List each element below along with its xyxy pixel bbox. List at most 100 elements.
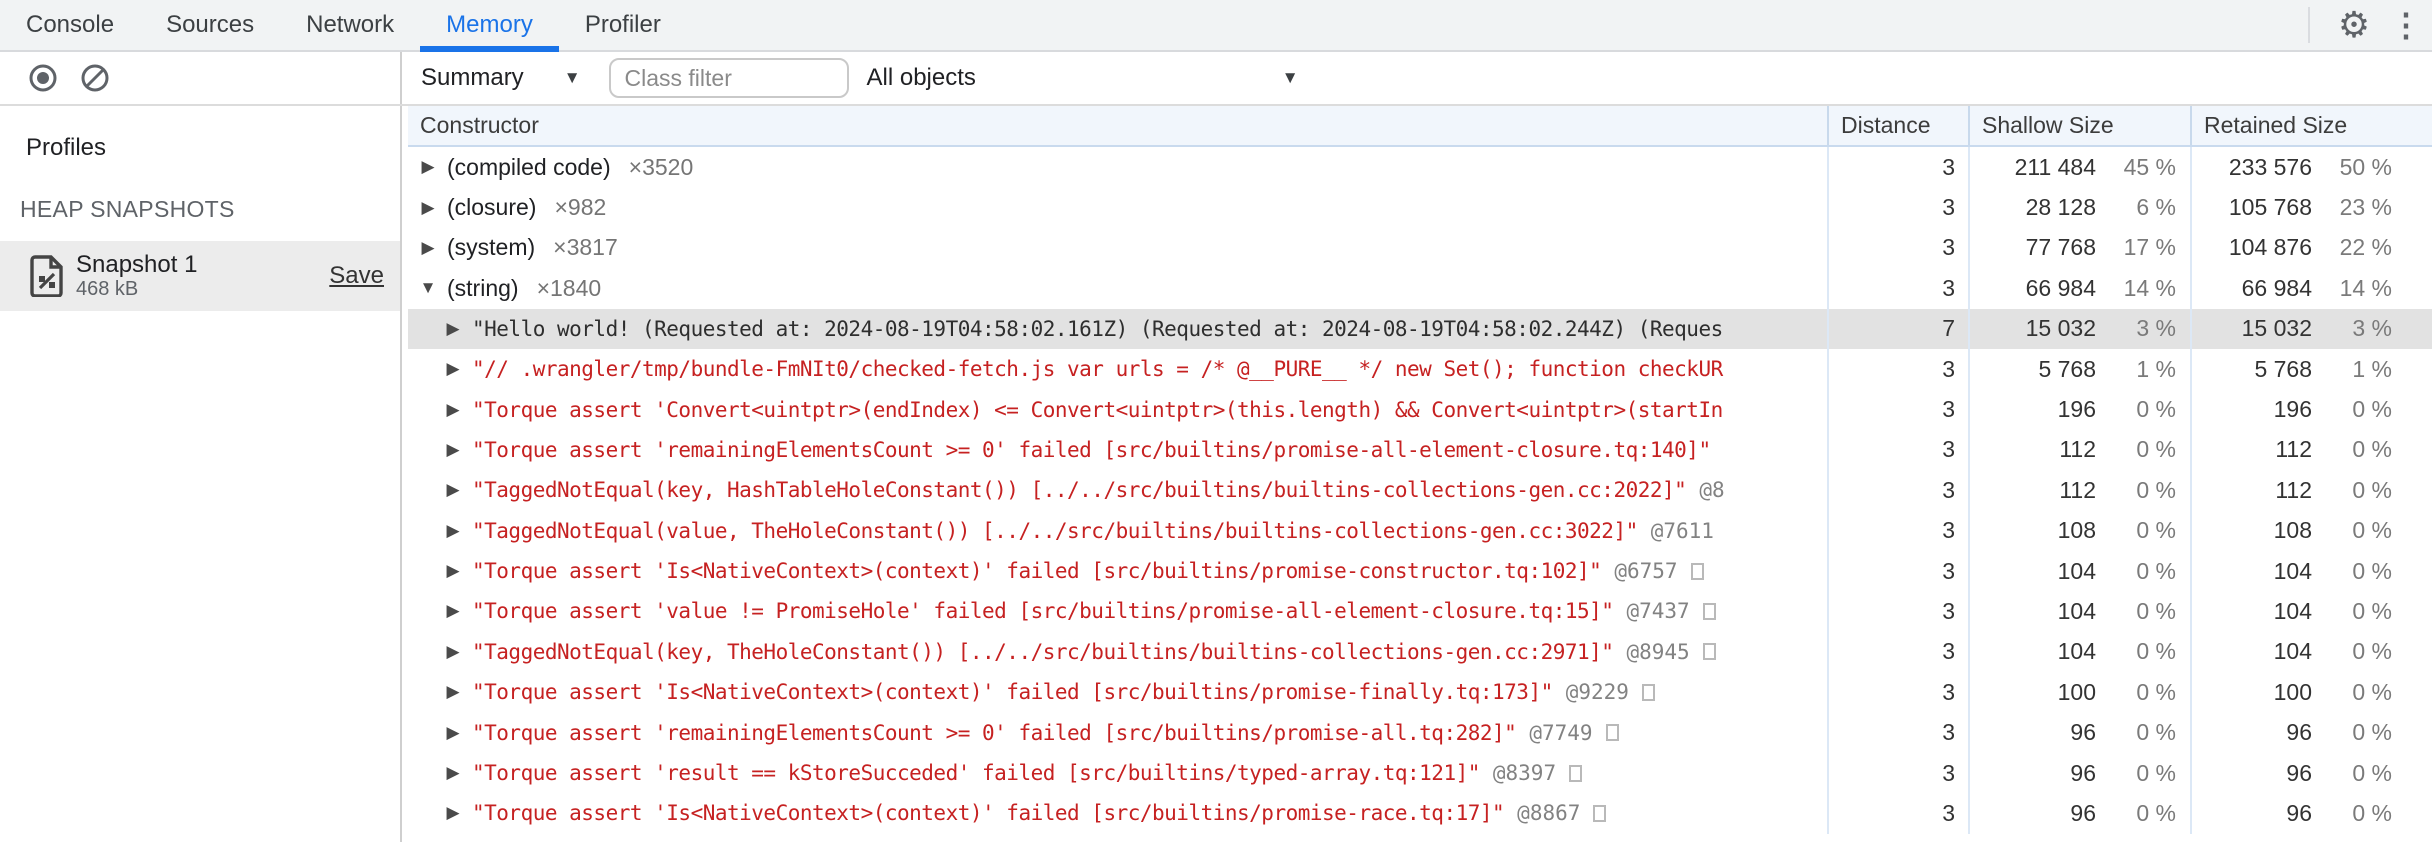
profiles-sidebar: Profiles HEAP SNAPSHOTS Snapshot 1 468 k… (0, 106, 402, 842)
tab-console[interactable]: Console (0, 0, 140, 50)
profiles-title: Profiles (26, 134, 107, 161)
constructor-label: "Torque assert 'Convert<uintptr>(endInde… (472, 397, 1723, 422)
shallow-size-value: 104 (2057, 597, 2096, 624)
expander-collapsed-icon[interactable]: ▶ (443, 521, 463, 541)
table-row[interactable]: ▶ (closure) ×982 3 28 128 6 % 105 768 23 % (408, 187, 2432, 228)
expander-collapsed-icon[interactable]: ▶ (443, 763, 463, 783)
constructor-label: "Hello world! (Requested at: 2024-08-19T… (472, 316, 1723, 341)
table-row[interactable]: ▶ "Torque assert 'remainingElementsCount … (408, 429, 2432, 471)
tab-profiler[interactable]: Profiler (559, 0, 687, 50)
constructor-cell: ▶ "Torque assert 'Is<NativeContext>(conte… (408, 551, 1827, 591)
table-row[interactable]: ▶ "Hello world! (Requested at: 2024-08-19… (408, 308, 2432, 349)
table-row[interactable]: ▶ "Torque assert 'Is<NativeContext>(conte… (408, 550, 2432, 592)
table-row[interactable]: ▶ (compiled code) ×3520 3 211 484 45 % 233 576… (408, 147, 2432, 188)
expander-collapsed-icon[interactable]: ▶ (418, 157, 438, 177)
distance-cell: 3 (1827, 389, 1968, 430)
column-header-constructor[interactable]: Constructor (408, 106, 1827, 145)
table-row[interactable]: ▼ (string) ×1840 3 66 984 14 % 66 984 14 % (408, 268, 2432, 309)
retained-size-percent: 22 % (2339, 234, 2392, 261)
more-options-kebab-icon[interactable]: ⋮ (2380, 0, 2432, 50)
table-row[interactable]: ▶ "TaggedNotEqual(key, TheHoleConstant())… (408, 631, 2432, 673)
constructor-cell: ▶ (system) ×3817 (408, 228, 1827, 268)
instance-count: ×3520 (628, 153, 694, 180)
retained-size-value: 108 (2273, 517, 2312, 544)
retained-size-cell: 104 876 22 % (2190, 227, 2432, 269)
expander-collapsed-icon[interactable]: ▶ (443, 319, 463, 339)
object-box-icon (1593, 804, 1607, 822)
column-header-distance[interactable]: Distance (1827, 106, 1968, 145)
shallow-size-value: 28 128 (2025, 194, 2096, 221)
expander-collapsed-icon[interactable]: ▶ (443, 561, 463, 581)
retained-size-cell: 66 984 14 % (2190, 268, 2432, 309)
expander-collapsed-icon[interactable]: ▶ (443, 723, 463, 743)
retained-size-value: 5 768 (2254, 355, 2312, 382)
shallow-size-cell: 196 0 % (1968, 389, 2190, 430)
snapshot-save-link[interactable]: Save (329, 262, 384, 290)
retained-size-cell: 108 0 % (2190, 510, 2432, 551)
column-header-retained-size[interactable]: Retained Size (2190, 106, 2432, 145)
kebab-icon: ⋮ (2390, 7, 2422, 43)
constructor-cell: ▶ (compiled code) ×3520 (408, 147, 1827, 187)
expander-collapsed-icon[interactable]: ▶ (443, 682, 463, 702)
shallow-size-cell: 108 0 % (1968, 510, 2190, 551)
shallow-size-cell: 100 0 % (1968, 672, 2190, 713)
expander-collapsed-icon[interactable]: ▶ (443, 803, 463, 823)
constructor-cell: ▶ "// .wrangler/tmp/bundle-FmNIt0/checked… (408, 349, 1827, 389)
table-row[interactable]: ▶ "Torque assert 'remainingElementsCount … (408, 712, 2432, 753)
expander-collapsed-icon[interactable]: ▶ (443, 440, 463, 460)
table-row[interactable]: ▶ "Torque assert 'value != PromiseHole' f… (408, 591, 2432, 632)
expander-expanded-icon[interactable]: ▼ (418, 278, 438, 298)
retained-size-percent: 0 % (2352, 436, 2392, 463)
constructor-label: "Torque assert 'Is<NativeContext>(contex… (472, 680, 1553, 705)
tab-sources[interactable]: Sources (140, 0, 280, 50)
distance-cell: 3 (1827, 510, 1968, 551)
table-row[interactable]: ▶ "TaggedNotEqual(value, TheHoleConstant(… (408, 510, 2432, 551)
table-row[interactable]: ▶ "TaggedNotEqual(key, HashTableHoleConst… (408, 470, 2432, 511)
constructor-label: (string) (447, 274, 519, 301)
expander-collapsed-icon[interactable]: ▶ (443, 601, 463, 621)
expander-collapsed-icon[interactable]: ▶ (418, 198, 438, 218)
tab-memory[interactable]: Memory (420, 0, 559, 52)
constructor-cell: ▶ "Hello world! (Requested at: 2024-08-19… (408, 309, 1827, 349)
shallow-size-cell: 96 0 % (1968, 793, 2190, 834)
shallow-size-percent: 0 % (2136, 476, 2176, 503)
retained-size-cell: 15 032 3 % (2190, 308, 2432, 349)
expander-collapsed-icon[interactable]: ▶ (418, 238, 438, 258)
record-heap-snapshot-icon[interactable] (28, 63, 58, 93)
distance-cell: 3 (1827, 752, 1968, 794)
constructor-cell: ▶ "Torque assert 'value != PromiseHole' f… (408, 591, 1827, 631)
expander-collapsed-icon[interactable]: ▶ (443, 400, 463, 420)
retained-size-value: 96 (2286, 719, 2312, 746)
toolbar-divider (2308, 7, 2310, 43)
expander-collapsed-icon[interactable]: ▶ (443, 480, 463, 500)
expander-collapsed-icon[interactable]: ▶ (443, 359, 463, 379)
retained-size-percent: 0 % (2352, 557, 2392, 584)
table-row[interactable]: ▶ "Torque assert 'Convert<uintptr>(endInd… (408, 389, 2432, 430)
distance-cell: 3 (1827, 470, 1968, 511)
shallow-size-percent: 3 % (2136, 315, 2176, 342)
shallow-size-value: 196 (2057, 396, 2096, 423)
table-row[interactable]: ▶ (system) ×3817 3 77 768 17 % 104 876 22 % (408, 227, 2432, 269)
tab-network[interactable]: Network (280, 0, 420, 50)
table-row[interactable]: ▶ "Torque assert 'result == kStoreSuccede… (408, 752, 2432, 794)
constructor-label: "Torque assert 'remainingElementsCount >… (472, 437, 1711, 462)
table-row[interactable]: ▶ "// .wrangler/tmp/bundle-FmNIt0/checked… (408, 348, 2432, 390)
table-row[interactable]: ▶ "Torque assert 'Is<NativeContext>(conte… (408, 793, 2432, 834)
table-row[interactable]: ▶ "Torque assert 'Is<NativeContext>(conte… (408, 672, 2432, 713)
perspective-select-value: Summary (421, 64, 524, 91)
distance-cell: 3 (1827, 268, 1968, 309)
shallow-size-percent: 0 % (2136, 517, 2176, 544)
snapshot-meta: Snapshot 1 468 kB (76, 251, 329, 302)
settings-gear-icon[interactable]: ⚙ (2328, 0, 2380, 50)
expander-collapsed-icon[interactable]: ▶ (443, 642, 463, 662)
objects-scope-select[interactable]: All objects ▼ (867, 64, 1299, 92)
perspective-select[interactable]: Summary ▼ (421, 64, 581, 92)
column-header-shallow-size[interactable]: Shallow Size (1968, 106, 2190, 145)
clear-profiles-icon[interactable] (80, 63, 110, 93)
shallow-size-percent: 0 % (2136, 759, 2176, 786)
retained-size-cell: 104 0 % (2190, 591, 2432, 632)
retained-size-value: 104 876 (2228, 234, 2312, 261)
profiles-toolbar (0, 52, 402, 104)
class-filter-input[interactable] (608, 58, 849, 98)
snapshot-list-item[interactable]: Snapshot 1 468 kB Save (0, 241, 400, 311)
